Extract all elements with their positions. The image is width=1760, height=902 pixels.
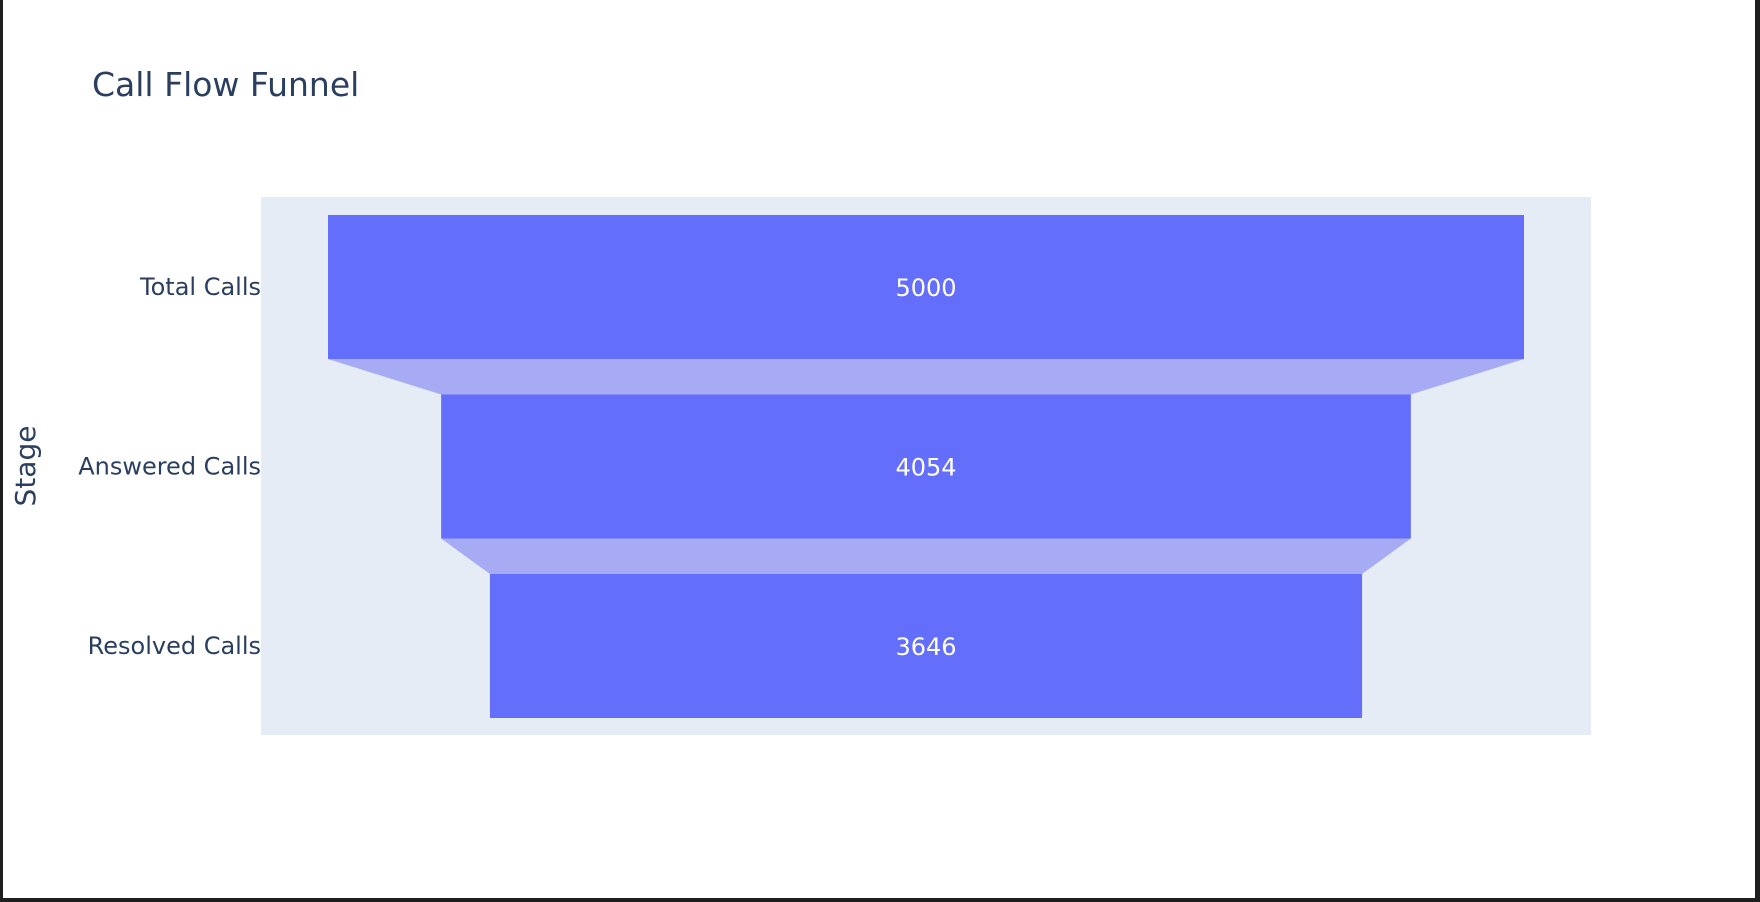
y-axis-tick-labels: Total Calls Answered Calls Resolved Calls <box>78 273 261 660</box>
value-label-resolved-calls: 3646 <box>895 633 956 661</box>
funnel-connector-total-calls <box>328 359 1524 395</box>
value-label-total-calls: 5000 <box>895 274 956 302</box>
chart-canvas: Call Flow Funnel 5000 4054 3646 Total Call… <box>3 0 1755 898</box>
chart-title: Call Flow Funnel <box>92 65 359 104</box>
value-label-answered-calls: 4054 <box>895 454 956 482</box>
tick-label-total-calls: Total Calls <box>139 273 261 301</box>
funnel-chart: Call Flow Funnel 5000 4054 3646 Total Call… <box>9 65 1591 735</box>
tick-label-answered-calls: Answered Calls <box>78 453 261 481</box>
funnel-connector-answered-calls <box>441 538 1411 574</box>
tick-label-resolved-calls: Resolved Calls <box>88 632 261 660</box>
y-axis-title: Stage <box>9 426 42 507</box>
